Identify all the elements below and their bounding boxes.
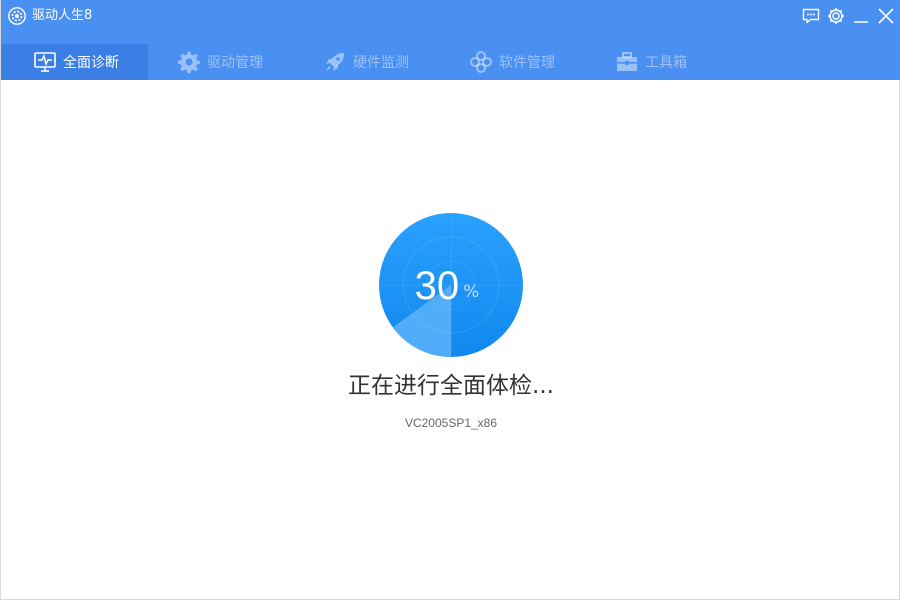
minimize-icon <box>854 21 868 23</box>
gear-icon <box>828 8 844 24</box>
tab-label: 工具箱 <box>645 55 687 71</box>
chat-icon <box>802 8 820 24</box>
tab-toolbox[interactable]: 工具箱 <box>615 44 687 80</box>
gear-icon <box>177 50 201 74</box>
scan-status: 正在进行全面体检... <box>348 373 554 399</box>
close-icon <box>878 8 894 24</box>
gear-logo-icon <box>8 7 26 25</box>
tab-label: 软件管理 <box>499 55 555 71</box>
tab-hardware-monitor[interactable]: 硬件监测 <box>323 44 409 80</box>
close-button[interactable] <box>876 6 896 26</box>
flower-icon <box>469 50 493 74</box>
tab-label: 硬件监测 <box>353 55 409 71</box>
title-bar[interactable]: 驱动人生8 全面诊断 驱动管理 硬件监测 软件管理 工具箱 <box>1 0 900 80</box>
settings-button[interactable] <box>826 6 846 26</box>
diagnosis-panel: 30% 正在进行全面体检... VC2005SP1_x86 <box>1 80 900 600</box>
tab-full-diagnosis[interactable]: 全面诊断 <box>1 44 148 80</box>
tab-driver-management[interactable]: 驱动管理 <box>177 44 263 80</box>
minimize-button[interactable] <box>851 6 871 26</box>
rocket-icon <box>323 50 347 74</box>
toolbox-icon <box>615 50 639 74</box>
app-title: 驱动人生8 <box>32 8 93 23</box>
main-tabs: 全面诊断 驱动管理 硬件监测 软件管理 工具箱 <box>1 44 900 80</box>
tab-label: 驱动管理 <box>207 55 263 71</box>
progress-value: 30 <box>414 264 460 308</box>
app-window: 驱动人生8 全面诊断 驱动管理 硬件监测 软件管理 工具箱 30 % 正在进行全… <box>0 0 900 600</box>
tab-software-management[interactable]: 软件管理 <box>469 44 555 80</box>
progress-readout: 30% <box>378 263 524 309</box>
tab-label: 全面诊断 <box>63 55 119 71</box>
current-scan-item: VC2005SP1_x86 <box>404 416 498 430</box>
feedback-button[interactable] <box>801 6 821 26</box>
monitor-pulse-icon <box>33 50 57 74</box>
progress-unit: % <box>463 282 480 302</box>
